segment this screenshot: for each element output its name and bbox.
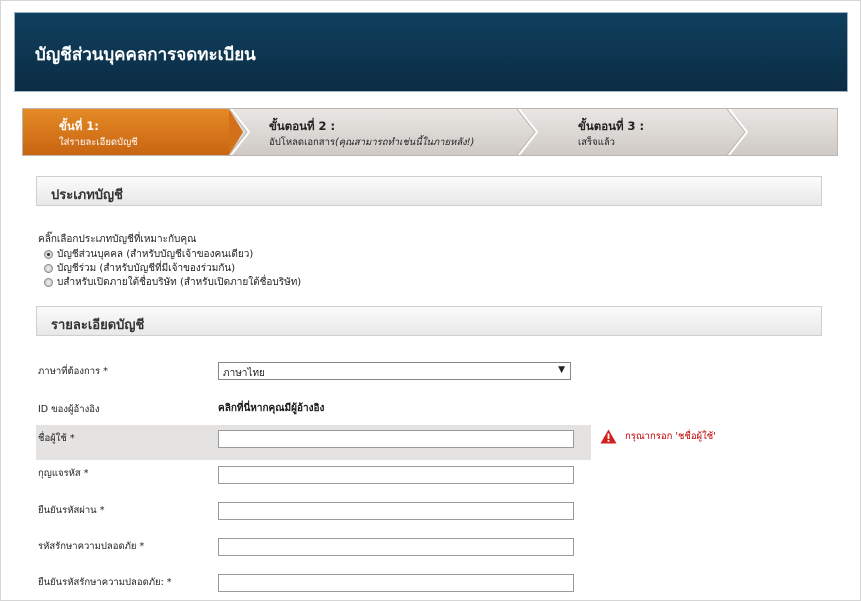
username-input[interactable]: [218, 430, 574, 448]
chevron-separator-icon: [727, 109, 749, 155]
language-select-value: ภาษาไทย: [223, 368, 265, 379]
language-label: ภาษาที่ต้องการ *: [38, 366, 108, 377]
warning-icon: [600, 429, 617, 444]
section-account-type: ประเภทบัญชี: [36, 176, 822, 206]
wizard-steps: ขั้นที่ 1: ใส่รายละเอียดบัญชี ขั้นตอนที่…: [22, 108, 838, 156]
confirm-security-code-label: ยืนยันรหัสรักษาความปลอดภัย: *: [38, 577, 172, 588]
step-3-subtitle: เสร็จแล้ว: [578, 137, 615, 148]
section-account-details: รายละเอียดบัญชี: [36, 306, 822, 336]
page-title: บัญชีส่วนบุคคลการจดทะเบียน: [35, 45, 256, 65]
step-2: ขั้นตอนที่ 2 : อัปโหลดเอกสาร(คุณสามารถทำ…: [269, 109, 529, 155]
step-2-subtitle: อัปโหลดเอกสาร(คุณสามารถทำเช่นนี้ในภายหลั…: [269, 135, 474, 150]
chevron-separator-icon: [229, 109, 251, 155]
radio-option-individual[interactable]: บัญชีส่วนบุคคล (สำหรับบัญชีเจ้าของคนเดีย…: [44, 247, 253, 262]
step-2-title: ขั้นตอนที่ 2 :: [269, 119, 336, 133]
step-1-subtitle: ใส่รายละเอียดบัญชี: [59, 137, 138, 148]
step-1-active: ขั้นที่ 1: ใส่รายละเอียดบัญชี: [23, 109, 243, 155]
section-account-details-title: รายละเอียดบัญชี: [51, 318, 145, 333]
chevron-separator-icon: [517, 109, 539, 155]
security-code-input[interactable]: [218, 538, 574, 556]
confirm-password-label: ยืนยันรหัสผ่าน *: [38, 505, 105, 516]
step-2-subtitle-text: อัปโหลดเอกสาร: [269, 137, 336, 148]
radio-button[interactable]: [44, 278, 53, 287]
confirm-security-code-input[interactable]: [218, 574, 574, 592]
username-error: กรุณากรอก 'ชชื่อผู้ใช้': [600, 429, 716, 444]
security-code-label: รหัสรักษาความปลอดภัย *: [38, 541, 145, 552]
radio-button[interactable]: [44, 264, 53, 273]
username-label: ชื่อผู้ใช้ *: [38, 433, 75, 444]
password-label: กุญแจรหัส *: [38, 468, 89, 479]
radio-option-joint[interactable]: บัญชีร่วม (สำหรับบัญชีที่มีเจ้าของร่วมกั…: [44, 261, 235, 276]
page-header: บัญชีส่วนบุคคลการจดทะเบียน: [14, 12, 848, 92]
referrer-label: ID ของผู้อ้างอิง: [38, 404, 100, 415]
radio-option-company[interactable]: บสำหรับเปิดภายใต้ชื่อบริษัท (สำหรับเปิดภ…: [44, 275, 301, 290]
password-input[interactable]: [218, 466, 574, 484]
account-type-intro: คลิ๊กเลือกประเภทบัญชีที่เหมาะกับคุณ: [38, 234, 197, 245]
dropdown-arrow-icon[interactable]: ▼: [558, 365, 565, 375]
step-1-title: ขั้นที่ 1:: [59, 119, 99, 133]
language-select[interactable]: ภาษาไทย ▼: [218, 362, 571, 380]
radio-button-checked[interactable]: [44, 250, 53, 259]
error-message: กรุณากรอก 'ชชื่อผู้ใช้': [625, 431, 716, 442]
step-3-title: ขั้นตอนที่ 3 :: [578, 119, 645, 133]
radio-label: บสำหรับเปิดภายใต้ชื่อบริษัท (สำหรับเปิดภ…: [57, 277, 302, 288]
step-2-subtitle-note: (คุณสามารถทำเช่นนี้ในภายหลัง!): [335, 137, 475, 148]
confirm-password-input[interactable]: [218, 502, 574, 520]
section-account-type-title: ประเภทบัญชี: [51, 188, 123, 203]
radio-label: บัญชีร่วม (สำหรับบัญชีที่มีเจ้าของร่วมกั…: [57, 263, 236, 274]
radio-label: บัญชีส่วนบุคคล (สำหรับบัญชีเจ้าของคนเดีย…: [57, 249, 254, 260]
referrer-link[interactable]: คลิกที่นี่หากคุณมีผู้อ้างอิง: [218, 401, 324, 416]
